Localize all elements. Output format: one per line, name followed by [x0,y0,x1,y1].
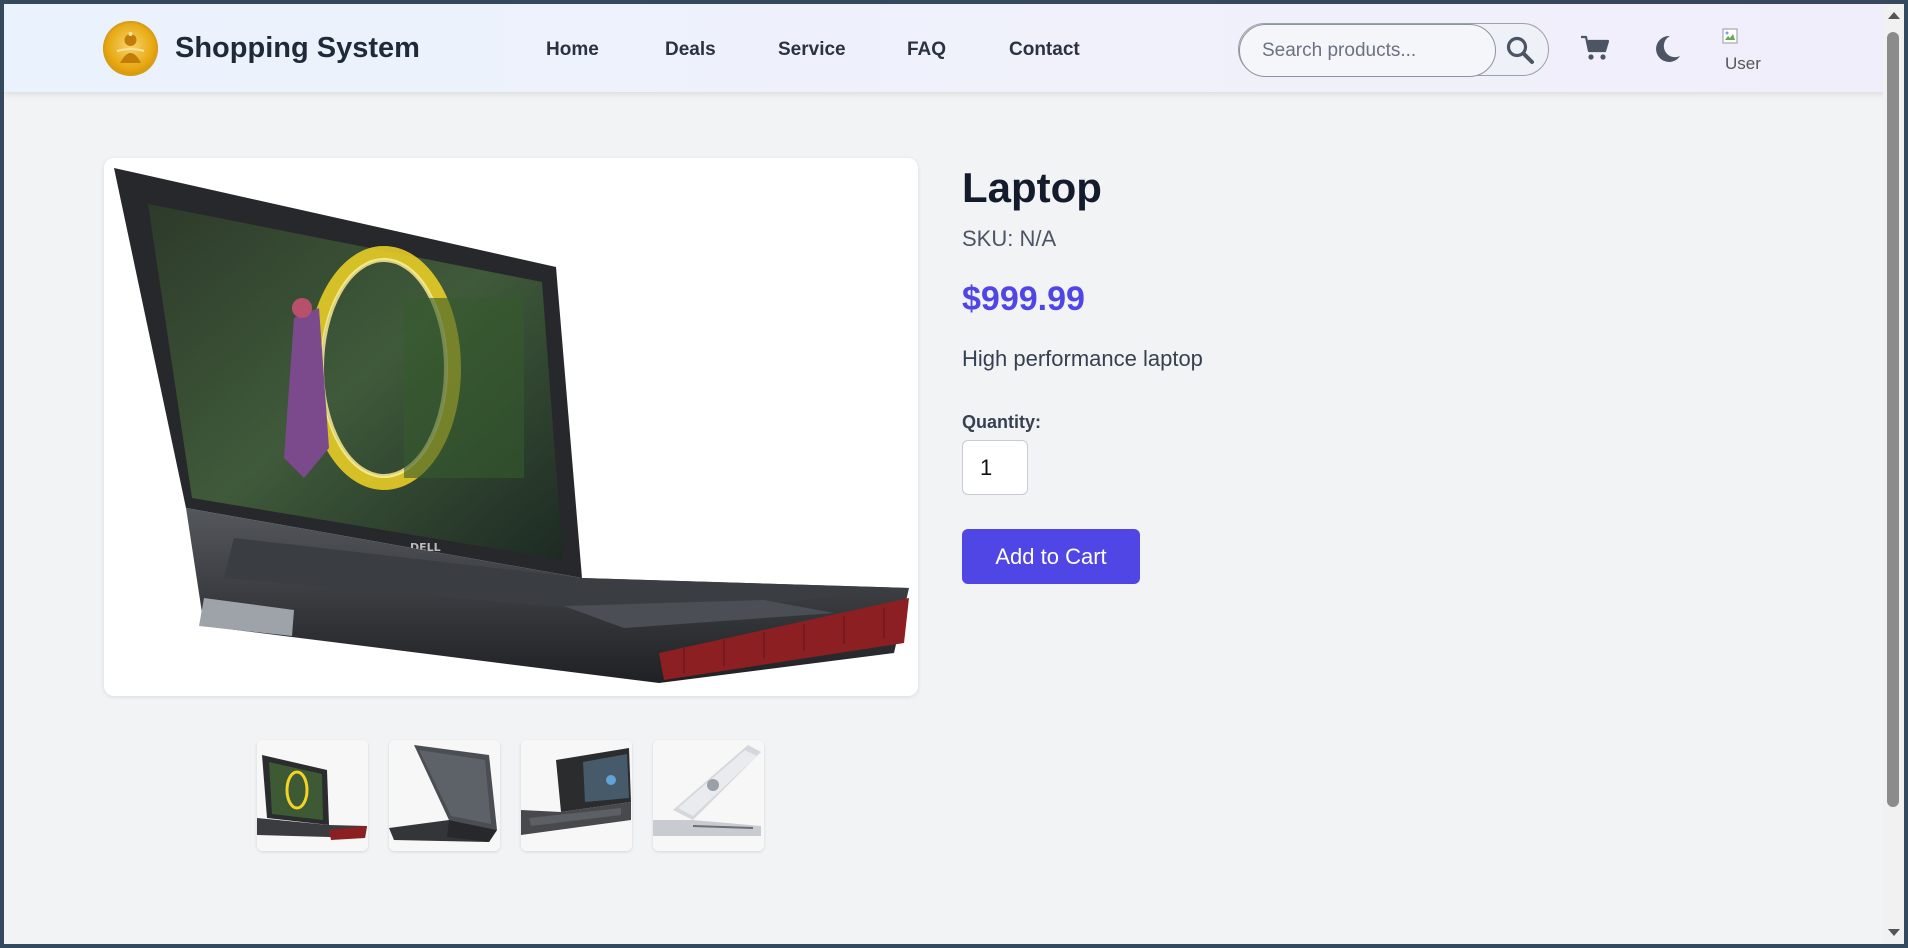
moon-icon[interactable] [1653,34,1681,69]
scrollbar-thumb[interactable] [1887,32,1899,807]
product-description: High performance laptop [962,346,1203,371]
thumbnail-1[interactable] [257,740,368,851]
broken-image-icon [1722,28,1738,44]
thumbnail-3[interactable] [521,740,632,851]
avatar-alt-text: User [1725,54,1761,70]
add-to-cart-button[interactable]: Add to Cart [962,529,1140,584]
nav-service[interactable]: Service [778,39,846,61]
quantity-stepper[interactable] [962,440,1028,495]
scroll-down-arrow-icon[interactable] [1888,929,1900,936]
browser-viewport: Shopping System Home Deals Service FAQ C… [4,4,1887,944]
product-price: $999.99 [962,280,1085,318]
product-title: Laptop [962,164,1102,211]
search-input[interactable] [1239,24,1496,77]
cart-icon[interactable] [1580,34,1610,67]
nav-faq[interactable]: FAQ [907,39,946,61]
user-avatar[interactable]: User [1722,28,1762,70]
logo-icon[interactable] [103,21,158,76]
scroll-up-arrow-icon[interactable] [1888,12,1900,19]
nav-home[interactable]: Home [546,39,599,61]
top-header: Shopping System Home Deals Service FAQ C… [4,4,1887,92]
nav-deals[interactable]: Deals [665,39,716,61]
vertical-scrollbar[interactable] [1883,4,1904,944]
thumbnail-2[interactable] [389,740,500,851]
search-box [1238,23,1549,77]
thumbnail-4[interactable] [653,740,764,851]
quantity-label: Quantity: [962,412,1041,432]
search-icon[interactable] [1505,35,1535,65]
product-main-image: DELL [104,158,918,696]
product-sku: SKU: N/A [962,226,1057,251]
nav-contact[interactable]: Contact [1009,39,1080,61]
brand-name[interactable]: Shopping System [175,32,420,65]
